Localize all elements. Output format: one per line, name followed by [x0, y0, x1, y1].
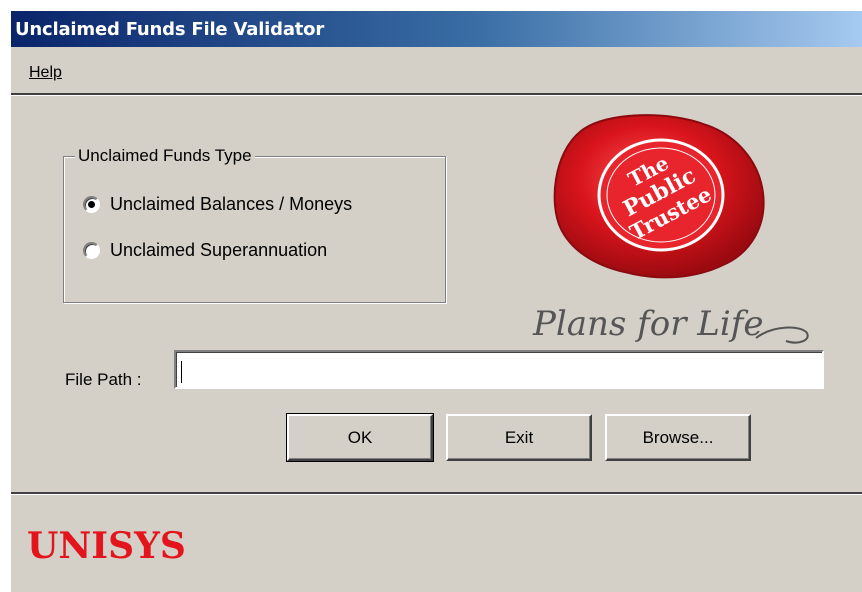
- radio-label-balances[interactable]: Unclaimed Balances / Moneys: [110, 194, 352, 215]
- public-trustee-logo: The Public Trustee Plans for Life: [532, 114, 809, 344]
- app-window: Unclaimed Funds File Validator Help Uncl…: [10, 10, 862, 592]
- title-bar[interactable]: Unclaimed Funds File Validator: [11, 11, 862, 47]
- text-caret: [181, 361, 182, 383]
- radio-button-checked[interactable]: [83, 196, 100, 213]
- exit-button[interactable]: Exit: [446, 414, 592, 461]
- radio-unclaimed-superannuation[interactable]: Unclaimed Superannuation: [83, 240, 327, 261]
- radio-unclaimed-balances[interactable]: Unclaimed Balances / Moneys: [83, 194, 352, 215]
- file-path-input[interactable]: [174, 350, 824, 389]
- browse-button[interactable]: Browse...: [605, 414, 751, 461]
- menu-help-label: Help: [29, 64, 62, 81]
- tagline-swoosh-icon: [755, 326, 809, 344]
- file-path-label: File Path :: [65, 370, 142, 389]
- radio-label-superannuation[interactable]: Unclaimed Superannuation: [110, 240, 327, 261]
- menu-help[interactable]: Help: [29, 64, 62, 82]
- menu-bar: Help: [11, 57, 862, 91]
- funds-type-group: [63, 156, 446, 303]
- unisys-logo: UNISYS: [27, 525, 186, 567]
- ok-button-label: OK: [347, 427, 373, 447]
- window-title: Unclaimed Funds File Validator: [15, 19, 325, 40]
- logo-tagline: Plans for Life: [532, 304, 763, 344]
- radio-dot: [88, 201, 95, 208]
- radio-button-unchecked[interactable]: [83, 242, 100, 259]
- menu-separator: [11, 93, 862, 96]
- ok-button[interactable]: OK: [286, 413, 434, 462]
- browse-button-label: Browse...: [642, 427, 714, 447]
- funds-type-legend: Unclaimed Funds Type: [75, 146, 255, 166]
- footer-separator: [11, 492, 862, 495]
- exit-button-label: Exit: [504, 427, 534, 447]
